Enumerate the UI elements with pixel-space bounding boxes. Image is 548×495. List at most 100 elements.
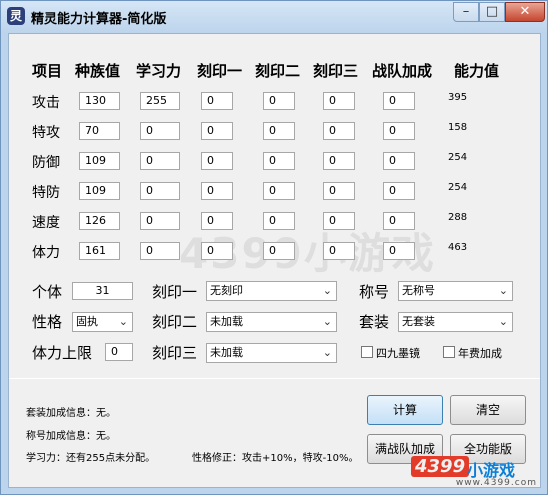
suit-info-text: 套装加成信息：无。 xyxy=(26,408,116,419)
individual-label: 个体 xyxy=(32,283,63,301)
title-select-value: 无称号 xyxy=(402,284,435,297)
cell-input[interactable]: 0 xyxy=(201,212,233,230)
cell-input[interactable]: 0 xyxy=(323,152,355,170)
chevron-down-icon: ⌄ xyxy=(322,346,332,359)
header-item: 项目 xyxy=(32,62,63,80)
title-label: 称号 xyxy=(359,283,390,301)
hp-limit-input[interactable]: 0 xyxy=(105,343,133,361)
nature-label: 性格 xyxy=(32,313,63,331)
cell-input[interactable]: 0 xyxy=(140,242,180,260)
app-window: 灵 精灵能力计算器-简化版 – □ ✕ 4399小游戏 项目 种族值 学习力 刻… xyxy=(0,0,548,495)
title-bar[interactable]: 灵 精灵能力计算器-简化版 – □ ✕ xyxy=(1,1,547,33)
header-base-stat: 种族值 xyxy=(75,62,121,80)
separator xyxy=(9,378,540,379)
header-imprint1: 刻印一 xyxy=(197,62,243,80)
imprint1-label: 刻印一 xyxy=(152,283,198,301)
close-button[interactable]: ✕ xyxy=(505,2,545,22)
suit-select-value: 无套装 xyxy=(402,315,435,328)
cell-input[interactable]: 0 xyxy=(201,122,233,140)
chevron-down-icon: ⌄ xyxy=(118,315,128,328)
chevron-down-icon: ⌄ xyxy=(498,315,508,328)
suit-select[interactable]: 无套装 ⌄ xyxy=(398,312,513,332)
logo-url: www.4399.com xyxy=(455,478,537,488)
app-icon: 灵 xyxy=(7,7,25,25)
minimize-button[interactable]: – xyxy=(453,2,479,22)
cell-input[interactable]: 0 xyxy=(140,212,180,230)
header-team-bonus: 战队加成 xyxy=(372,62,433,80)
header-ability: 能力值 xyxy=(454,62,500,80)
row-label-sp-attack: 特攻 xyxy=(32,125,60,141)
cell-input[interactable]: 0 xyxy=(323,242,355,260)
row-label-hp: 体力 xyxy=(32,245,60,261)
cell-input[interactable]: 0 xyxy=(140,182,180,200)
cell-input[interactable]: 0 xyxy=(263,122,295,140)
logo-mark: 4399 小游戏 xyxy=(411,456,541,480)
cell-input[interactable]: 0 xyxy=(383,182,415,200)
jiujiu-checkbox[interactable] xyxy=(361,346,373,358)
cell-input[interactable]: 0 xyxy=(383,212,415,230)
cell-input[interactable]: 126 xyxy=(79,212,120,230)
learning-info-text: 学习力：还有255点未分配。 xyxy=(26,453,156,464)
cell-input[interactable]: 0 xyxy=(201,152,233,170)
row-label-speed: 速度 xyxy=(32,215,60,231)
cell-input[interactable]: 0 xyxy=(201,182,233,200)
header-imprint3: 刻印三 xyxy=(313,62,359,80)
annual-checkbox-label: 年费加成 xyxy=(458,347,502,360)
cell-input[interactable]: 109 xyxy=(79,152,120,170)
cell-input[interactable]: 0 xyxy=(140,122,180,140)
row-label-defense: 防御 xyxy=(32,155,60,171)
cell-input[interactable]: 0 xyxy=(263,212,295,230)
annual-checkbox[interactable] xyxy=(443,346,455,358)
window-title: 精灵能力计算器-简化版 xyxy=(31,12,167,27)
cell-input[interactable]: 0 xyxy=(201,92,233,110)
imprint2-select[interactable]: 未加载 ⌄ xyxy=(206,312,337,332)
cell-input[interactable]: 0 xyxy=(263,242,295,260)
cell-input[interactable]: 0 xyxy=(383,242,415,260)
title-select[interactable]: 无称号 ⌄ xyxy=(398,281,513,301)
cell-input[interactable]: 0 xyxy=(263,152,295,170)
header-effort: 学习力 xyxy=(136,62,182,80)
imprint1-select[interactable]: 无刻印 ⌄ xyxy=(206,281,337,301)
logo-number: 4399 xyxy=(411,456,470,477)
individual-input[interactable]: 31 xyxy=(72,282,133,300)
cell-input[interactable]: 0 xyxy=(323,92,355,110)
maximize-button[interactable]: □ xyxy=(479,2,505,22)
nature-select-value: 固执 xyxy=(76,315,98,328)
result-value: 158 xyxy=(448,122,468,133)
result-value: 254 xyxy=(448,152,468,163)
result-value: 288 xyxy=(448,212,468,223)
result-value: 254 xyxy=(448,182,468,193)
cell-input[interactable]: 0 xyxy=(323,182,355,200)
cell-input[interactable]: 0 xyxy=(323,212,355,230)
cell-input[interactable]: 109 xyxy=(79,182,120,200)
chevron-down-icon: ⌄ xyxy=(498,284,508,297)
cell-input[interactable]: 0 xyxy=(263,182,295,200)
clear-button[interactable]: 清空 xyxy=(450,395,526,425)
cell-input[interactable]: 0 xyxy=(140,152,180,170)
chevron-down-icon: ⌄ xyxy=(322,284,332,297)
cell-input[interactable]: 130 xyxy=(79,92,120,110)
cell-input[interactable]: 0 xyxy=(263,92,295,110)
cell-input[interactable]: 255 xyxy=(140,92,180,110)
result-value: 395 xyxy=(448,92,468,103)
cell-input[interactable]: 0 xyxy=(323,122,355,140)
jiujiu-checkbox-label: 四九墨镜 xyxy=(376,347,420,360)
calculate-button[interactable]: 计算 xyxy=(367,395,443,425)
imprint3-select[interactable]: 未加载 ⌄ xyxy=(206,343,337,363)
header-imprint2: 刻印二 xyxy=(255,62,301,80)
cell-input[interactable]: 0 xyxy=(383,92,415,110)
row-label-sp-defense: 特防 xyxy=(32,185,60,201)
imprint1-select-value: 无刻印 xyxy=(210,284,243,297)
imprint2-label: 刻印二 xyxy=(152,313,198,331)
cell-input[interactable]: 0 xyxy=(383,122,415,140)
cell-input[interactable]: 161 xyxy=(79,242,120,260)
cell-input[interactable]: 0 xyxy=(201,242,233,260)
title-info-text: 称号加成信息：无。 xyxy=(26,431,116,442)
imprint2-select-value: 未加载 xyxy=(210,315,243,328)
imprint3-label: 刻印三 xyxy=(152,344,198,362)
cell-input[interactable]: 70 xyxy=(79,122,120,140)
cell-input[interactable]: 0 xyxy=(383,152,415,170)
suit-label: 套装 xyxy=(359,313,390,331)
imprint3-select-value: 未加载 xyxy=(210,346,243,359)
nature-select[interactable]: 固执 ⌄ xyxy=(72,312,133,332)
